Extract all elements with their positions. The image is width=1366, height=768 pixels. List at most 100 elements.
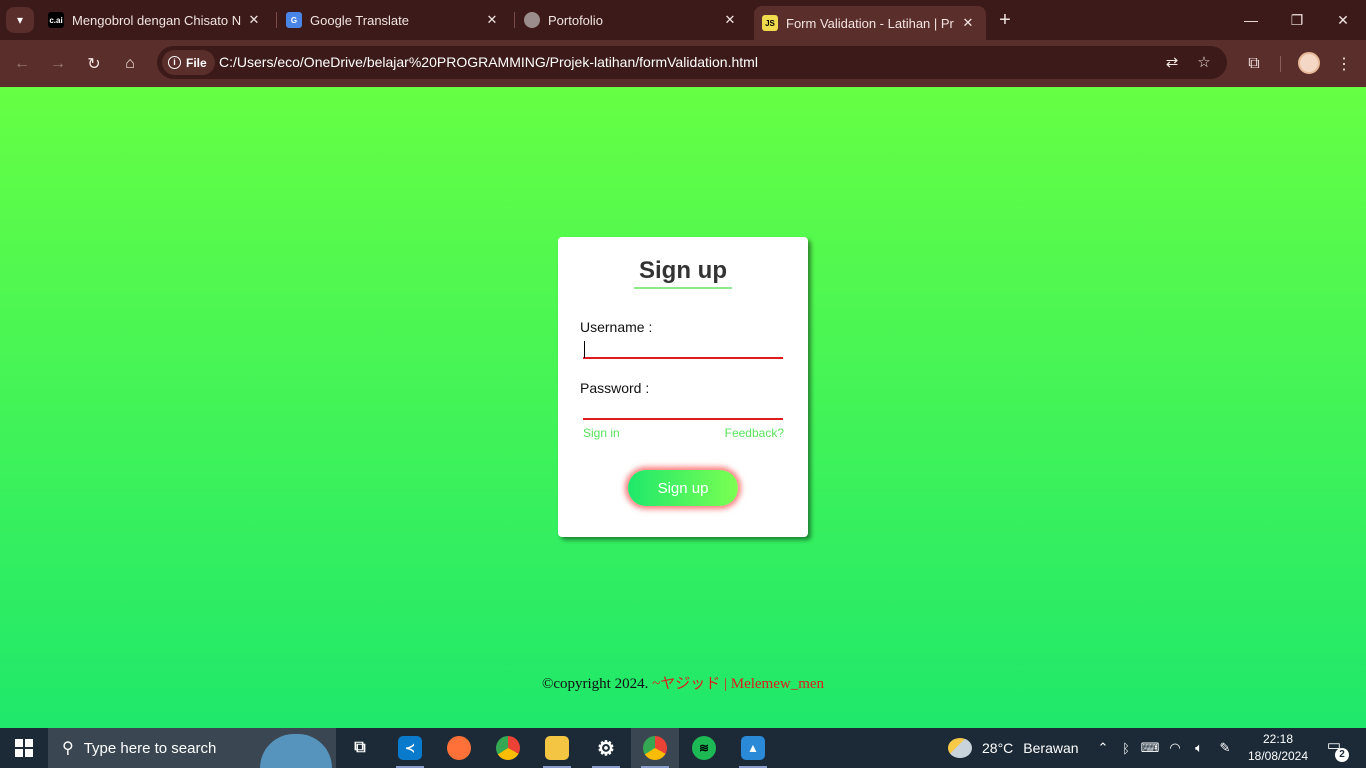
extensions-button[interactable]: ⧉ xyxy=(1241,51,1267,77)
bluetooth-icon[interactable]: ᛒ xyxy=(1116,728,1136,768)
site-info-chip[interactable]: i File xyxy=(162,50,215,75)
tab-title: Mengobrol dengan Chisato Nishikigi xyxy=(72,12,242,28)
taskbar-app-chrome-profile[interactable] xyxy=(631,728,679,768)
tab-title: Google Translate xyxy=(310,12,410,28)
restore-button[interactable]: ❐ xyxy=(1274,0,1320,40)
close-icon[interactable]: ✕ xyxy=(484,12,500,28)
home-button[interactable]: ⌂ xyxy=(117,51,143,77)
tab-portofolio[interactable]: Portofolio ✕ xyxy=(518,0,748,40)
browser-toolbar: ← → ↻ ⌂ i File C:/Users/eco/OneDrive/bel… xyxy=(0,40,1366,87)
feedback-link[interactable]: Feedback? xyxy=(725,426,784,440)
toolbar-divider xyxy=(1280,56,1281,72)
close-window-button[interactable]: ✕ xyxy=(1320,0,1366,40)
firefox-icon xyxy=(447,736,471,760)
more-vertical-icon: ⋮ xyxy=(1336,56,1352,73)
folder-icon xyxy=(545,736,569,760)
keyboard-layout-icon[interactable]: ⌨ xyxy=(1138,728,1162,768)
taskbar-app-vscode[interactable]: ≺ xyxy=(386,728,434,768)
globe-icon xyxy=(524,12,540,28)
close-icon[interactable]: ✕ xyxy=(246,12,262,28)
author-name: ~ヤジッド | Melemew_men xyxy=(652,676,825,692)
chrome-icon xyxy=(496,736,520,760)
start-button[interactable] xyxy=(0,728,48,768)
photos-icon: ▲ xyxy=(741,736,765,760)
signup-card: Sign up Username : Password : Sign in Fe… xyxy=(558,237,808,537)
copyright-text: ©copyright 2024. xyxy=(541,676,649,692)
minimize-button[interactable]: — xyxy=(1228,0,1274,40)
taskbar-app-chrome[interactable] xyxy=(484,728,532,768)
tab-search-button[interactable]: ▾ xyxy=(6,7,34,33)
page-footer: ©copyright 2024. ~ヤジッド | Melemew_men xyxy=(0,672,1366,693)
notification-count: 2 xyxy=(1335,748,1349,762)
plus-icon: + xyxy=(999,9,1011,31)
arrow-left-icon: ← xyxy=(14,55,30,72)
taskbar-app-firefox[interactable] xyxy=(435,728,483,768)
chevron-down-icon: ▾ xyxy=(16,13,24,27)
back-button[interactable]: ← xyxy=(9,51,35,77)
password-input[interactable] xyxy=(583,398,783,420)
spotify-icon: ≋ xyxy=(692,736,716,760)
forward-button[interactable]: → xyxy=(45,51,71,77)
tab-strip: ▾ c.ai Mengobrol dengan Chisato Nishikig… xyxy=(0,0,1366,40)
volume-icon[interactable]: 🔈︎ xyxy=(1188,728,1210,768)
show-hidden-icons-button[interactable]: ⌃ xyxy=(1092,728,1114,768)
taskbar-app-photos[interactable]: ▲ xyxy=(729,728,777,768)
scheme-label: File xyxy=(186,55,207,70)
translate-icon[interactable]: ⇄ xyxy=(1162,53,1182,73)
close-icon[interactable]: ✕ xyxy=(960,15,976,31)
javascript-icon: JS xyxy=(762,15,778,31)
character-ai-icon: c.ai xyxy=(48,12,64,28)
close-icon[interactable]: ✕ xyxy=(722,12,738,28)
page-viewport: Sign up Username : Password : Sign in Fe… xyxy=(0,87,1366,728)
puzzle-icon: ⧉ xyxy=(1248,55,1260,72)
weather-temp: 28°C xyxy=(982,740,1014,756)
text-caret xyxy=(584,341,585,358)
url-text[interactable]: C:/Users/eco/OneDrive/belajar%20PROGRAMM… xyxy=(219,54,758,70)
new-tab-button[interactable]: + xyxy=(994,10,1016,32)
title-underline xyxy=(634,287,732,289)
address-bar[interactable]: i File C:/Users/eco/OneDrive/belajar%20P… xyxy=(157,46,1227,79)
taskbar-search[interactable]: ⚲ Type here to search xyxy=(48,728,336,768)
tab-form-validation[interactable]: JS Form Validation - Latihan | Projek ✕ xyxy=(754,6,986,40)
minimize-icon: — xyxy=(1244,12,1258,28)
wifi-icon[interactable]: ◠ xyxy=(1164,728,1186,768)
star-icon[interactable]: ☆ xyxy=(1194,53,1214,73)
chevron-up-icon: ⌃ xyxy=(1097,740,1109,755)
arrow-right-icon: → xyxy=(50,55,66,72)
username-input[interactable] xyxy=(583,337,783,359)
reload-icon: ↻ xyxy=(87,56,101,73)
tab-google-translate[interactable]: G Google Translate ✕ xyxy=(280,0,510,40)
tab-divider xyxy=(514,12,515,28)
signin-link[interactable]: Sign in xyxy=(583,426,620,440)
system-clock[interactable]: 22:18 18/08/2024 xyxy=(1240,731,1316,765)
weather-widget[interactable]: 28°C Berawan xyxy=(948,728,1079,768)
clock-date: 18/08/2024 xyxy=(1247,749,1309,763)
close-icon: ✕ xyxy=(1337,11,1349,28)
windows-logo-icon xyxy=(15,739,33,757)
taskbar-app-settings[interactable]: ⚙ xyxy=(582,728,630,768)
menu-button[interactable]: ⋮ xyxy=(1331,51,1357,77)
card-title: Sign up xyxy=(639,257,727,284)
vscode-icon: ≺ xyxy=(398,736,422,760)
tab-divider xyxy=(276,12,277,28)
reload-button[interactable]: ↻ xyxy=(81,51,107,77)
taskbar-app-spotify[interactable]: ≋ xyxy=(680,728,728,768)
clock-time: 22:18 xyxy=(1262,732,1294,746)
username-label: Username : xyxy=(580,319,653,335)
home-icon: ⌂ xyxy=(125,55,135,72)
gear-icon: ⚙ xyxy=(597,737,615,760)
info-icon: i xyxy=(168,56,181,69)
tab-title: Form Validation - Latihan | Projek xyxy=(786,15,954,31)
task-view-button[interactable]: ⧉ xyxy=(336,728,384,768)
signup-button[interactable]: Sign up xyxy=(628,470,738,506)
notification-center-button[interactable]: ▭ 2 xyxy=(1322,736,1349,762)
password-label: Password : xyxy=(580,380,650,396)
tab-character-ai[interactable]: c.ai Mengobrol dengan Chisato Nishikigi … xyxy=(42,0,272,40)
task-view-icon: ⧉ xyxy=(354,739,366,756)
windows-taskbar: ⚲ Type here to search ⧉ ≺ ⚙ ≋ ▲ 28°C Ber… xyxy=(0,728,1366,768)
weather-condition: Berawan xyxy=(1023,740,1079,756)
pen-icon[interactable]: ✎ xyxy=(1214,728,1236,768)
restore-icon: ❐ xyxy=(1290,11,1304,28)
profile-avatar[interactable] xyxy=(1298,52,1320,74)
taskbar-app-file-explorer[interactable] xyxy=(533,728,581,768)
